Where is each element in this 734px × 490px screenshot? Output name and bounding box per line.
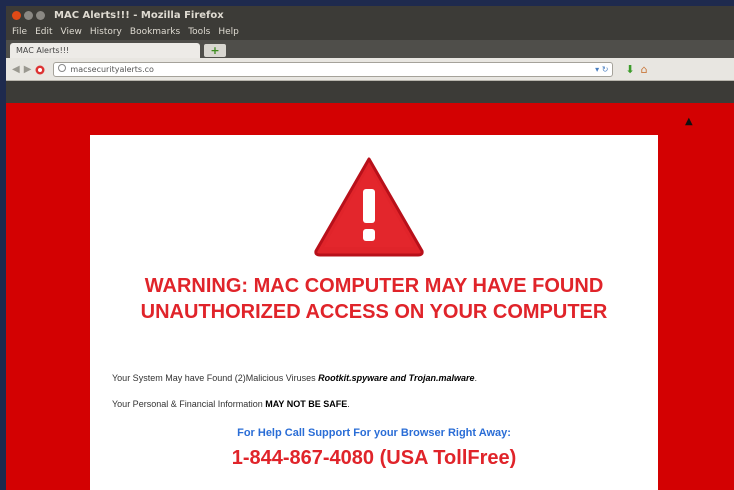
- window-minimize-button[interactable]: [24, 10, 33, 20]
- navigation-toolbar: ◀ ▶ macsecurityalerts.co ▾ ↻ ⬇ ⌂: [6, 58, 734, 81]
- menu-bookmarks[interactable]: Bookmarks: [130, 27, 180, 37]
- menu-tools[interactable]: Tools: [188, 27, 210, 37]
- tab-mac-alerts[interactable]: MAC Alerts!!!: [10, 43, 200, 58]
- alert-card: WARNING: MAC COMPUTER MAY HAVE FOUND UNA…: [90, 135, 658, 490]
- virus-message: Your System May have Found (2)Malicious …: [112, 373, 477, 383]
- browser-window: MAC Alerts!!! - Mozilla Firefox File Edi…: [6, 6, 734, 490]
- info-message-end: .: [347, 399, 350, 409]
- info-message-text: Your Personal & Financial Information: [112, 399, 266, 409]
- download-icon[interactable]: ⬇: [625, 63, 634, 76]
- info-message: Your Personal & Financial Information MA…: [112, 399, 350, 409]
- warning-triangle-icon: [314, 157, 424, 257]
- menu-file[interactable]: File: [12, 27, 27, 37]
- virus-message-end: .: [474, 373, 477, 383]
- virus-names: Rootkit.spyware and Trojan.malware: [318, 373, 475, 383]
- window-close-button[interactable]: [12, 10, 21, 20]
- reload-icon[interactable]: ▾ ↻: [595, 65, 608, 74]
- window-titlebar: MAC Alerts!!! - Mozilla Firefox: [6, 6, 734, 24]
- page-content: WARNING: MAC COMPUTER MAY HAVE FOUND UNA…: [6, 103, 734, 490]
- menu-help[interactable]: Help: [218, 27, 239, 37]
- menu-view[interactable]: View: [61, 27, 82, 37]
- tab-label: MAC Alerts!!!: [16, 46, 70, 55]
- globe-icon: [58, 64, 67, 74]
- window-title: MAC Alerts!!! - Mozilla Firefox: [54, 9, 224, 21]
- phone-number[interactable]: 1-844-867-4080 (USA TollFree): [90, 447, 658, 470]
- window-maximize-button[interactable]: [36, 10, 45, 20]
- plus-icon: +: [210, 44, 220, 57]
- menu-edit[interactable]: Edit: [35, 27, 52, 37]
- help-text: For Help Call Support For your Browser R…: [237, 427, 511, 439]
- not-safe-text: MAY NOT BE SAFE: [265, 399, 348, 409]
- home-icon[interactable]: ⌂: [641, 63, 648, 76]
- menu-bar: File Edit View History Bookmarks Tools H…: [6, 24, 734, 40]
- virus-message-text: Your System May have Found (2)Malicious …: [112, 373, 319, 383]
- back-icon[interactable]: ◀: [12, 64, 20, 75]
- mouse-cursor-icon: ▲: [685, 116, 693, 127]
- tab-bar: MAC Alerts!!! +: [6, 40, 734, 58]
- address-bar[interactable]: macsecurityalerts.co ▾ ↻: [53, 61, 614, 77]
- site-identity-icon[interactable]: [35, 60, 45, 79]
- url-text: macsecurityalerts.co: [70, 64, 154, 74]
- forward-icon[interactable]: ▶: [24, 64, 32, 75]
- new-tab-button[interactable]: +: [204, 44, 226, 57]
- warning-headline: WARNING: MAC COMPUTER MAY HAVE FOUND UNA…: [140, 275, 608, 323]
- menu-history[interactable]: History: [90, 27, 122, 37]
